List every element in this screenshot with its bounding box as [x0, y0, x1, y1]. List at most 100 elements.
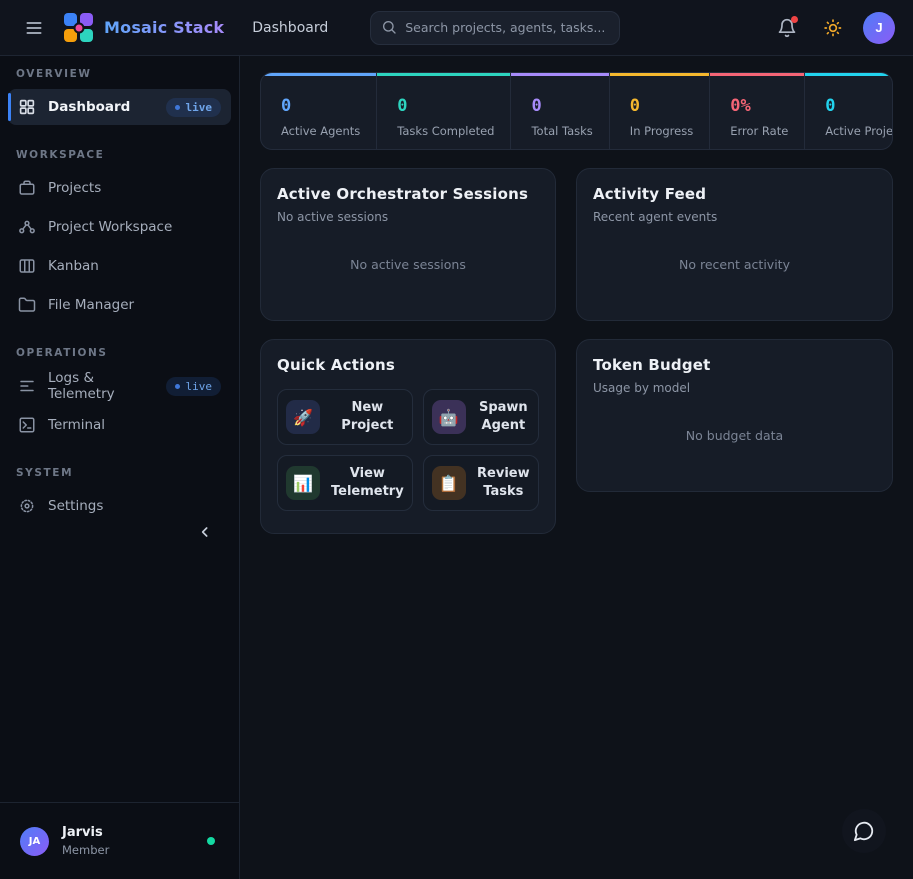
top-header: Mosaic Stack Dashboard J	[0, 0, 913, 56]
stat-value: 0	[281, 98, 360, 115]
online-status-dot	[207, 837, 215, 845]
hamburger-icon	[24, 18, 44, 38]
card-title: Active Orchestrator Sessions	[277, 185, 539, 203]
chat-bubble-icon	[853, 820, 875, 842]
sidebar-item-dashboard[interactable]: Dashboard live	[8, 89, 231, 125]
new-project-button[interactable]: 🚀 New Project	[277, 389, 413, 445]
sidebar-item-label: Kanban	[48, 258, 99, 274]
sidebar-item-kanban[interactable]: Kanban	[8, 248, 231, 284]
card-title: Token Budget	[593, 356, 876, 374]
briefcase-icon	[18, 179, 36, 197]
sidebar-item-label: Settings	[48, 498, 103, 514]
stat-accent-strip	[511, 73, 608, 76]
terminal-icon	[18, 416, 36, 434]
activity-feed-card: Activity Feed Recent agent events No rec…	[576, 168, 893, 321]
notifications-button[interactable]	[771, 12, 803, 44]
app-window: Mosaic Stack Dashboard J Overview Dashbo…	[0, 0, 913, 879]
card-subtitle: Recent agent events	[593, 210, 876, 224]
kanban-columns-icon	[18, 257, 36, 275]
stat-tasks-completed: 0 Tasks Completed	[376, 73, 510, 149]
stat-accent-strip	[805, 73, 893, 76]
user-role: Member	[62, 843, 109, 857]
spawn-agent-button[interactable]: 🤖 Spawn Agent	[423, 389, 539, 445]
section-overview: Overview	[16, 68, 223, 80]
stat-label: Active Projects	[825, 124, 893, 138]
cards-row-2: Quick Actions 🚀 New Project 🤖 Spawn Agen…	[260, 339, 893, 534]
quick-actions-card: Quick Actions 🚀 New Project 🤖 Spawn Agen…	[260, 339, 556, 534]
stat-active-agents: 0 Active Agents	[261, 73, 376, 149]
section-system: System	[16, 467, 223, 479]
stat-in-progress: 0 In Progress	[609, 73, 709, 149]
chevron-left-icon	[197, 524, 213, 540]
folder-icon	[18, 296, 36, 314]
stat-value: 0	[397, 98, 494, 115]
empty-state-text: No active sessions	[277, 224, 539, 304]
search-input[interactable]	[370, 11, 620, 45]
user-avatar-button[interactable]: J	[863, 12, 895, 44]
live-badge: live	[166, 377, 222, 396]
card-subtitle: No active sessions	[277, 210, 539, 224]
bar-chart-icon: 📊	[286, 466, 320, 500]
review-tasks-button[interactable]: 📋 Review Tasks	[423, 455, 539, 511]
sidebar-item-label: Projects	[48, 180, 101, 196]
stat-error-rate: 0% Error Rate	[709, 73, 804, 149]
stat-label: In Progress	[630, 124, 693, 138]
header-actions: J	[771, 12, 895, 44]
empty-state-text: No budget data	[593, 395, 876, 475]
sidebar-item-label: Terminal	[48, 417, 105, 433]
token-budget-card: Token Budget Usage by model No budget da…	[576, 339, 893, 492]
stat-active-projects: 0 Active Projects	[804, 73, 893, 149]
action-label: View Telemetry	[331, 465, 404, 500]
sidebar-item-label: File Manager	[48, 297, 134, 313]
user-profile[interactable]: JA Jarvis Member	[0, 802, 239, 879]
logs-icon	[18, 377, 36, 395]
stat-accent-strip	[610, 73, 709, 76]
sidebar-collapse-button[interactable]	[193, 520, 217, 544]
sidebar-item-label: Dashboard	[48, 99, 130, 115]
stat-value: 0	[825, 98, 893, 115]
sidebar-item-projects[interactable]: Projects	[8, 170, 231, 206]
sidebar-item-label: Project Workspace	[48, 219, 172, 235]
hamburger-menu-button[interactable]	[18, 12, 50, 44]
action-label: Review Tasks	[477, 465, 530, 500]
sidebar-item-settings[interactable]: Settings	[8, 488, 231, 524]
card-title: Activity Feed	[593, 185, 876, 203]
sidebar-item-file-manager[interactable]: File Manager	[8, 287, 231, 323]
stat-value: 0	[531, 98, 592, 115]
stat-label: Active Agents	[281, 124, 360, 138]
stat-value: 0	[630, 98, 693, 115]
sidebar: Overview Dashboard live Workspace Projec…	[0, 56, 240, 879]
sidebar-item-terminal[interactable]: Terminal	[8, 407, 231, 443]
theme-toggle-button[interactable]	[817, 12, 849, 44]
main-content: 0 Active Agents 0 Tasks Completed 0 Tota…	[240, 56, 913, 879]
sidebar-item-project-workspace[interactable]: Project Workspace	[8, 209, 231, 245]
cards-row-1: Active Orchestrator Sessions No active s…	[260, 168, 893, 321]
empty-state-text: No recent activity	[593, 224, 876, 304]
stat-accent-strip	[710, 73, 804, 76]
page-title: Dashboard	[252, 20, 328, 36]
section-operations: Operations	[16, 347, 223, 359]
view-telemetry-button[interactable]: 📊 View Telemetry	[277, 455, 413, 511]
action-label: Spawn Agent	[477, 399, 530, 434]
global-search	[370, 11, 620, 45]
stat-total-tasks: 0 Total Tasks	[510, 73, 608, 149]
stat-label: Tasks Completed	[397, 124, 494, 138]
sidebar-item-logs-telemetry[interactable]: Logs & Telemetry live	[8, 368, 231, 404]
gear-icon	[18, 497, 36, 515]
live-badge: live	[166, 98, 222, 117]
sun-icon	[823, 18, 843, 38]
stat-value: 0%	[730, 98, 788, 115]
stat-accent-strip	[261, 73, 376, 76]
stat-accent-strip	[377, 73, 510, 76]
stat-label: Error Rate	[730, 124, 788, 138]
robot-icon: 🤖	[432, 400, 466, 434]
sidebar-item-label: Logs & Telemetry	[48, 370, 154, 402]
stat-label: Total Tasks	[531, 124, 592, 138]
card-subtitle: Usage by model	[593, 381, 876, 395]
stats-row: 0 Active Agents 0 Tasks Completed 0 Tota…	[260, 72, 893, 150]
notification-badge	[791, 16, 798, 23]
user-avatar: JA	[20, 827, 49, 856]
rocket-icon: 🚀	[286, 400, 320, 434]
chat-button[interactable]	[842, 809, 886, 853]
user-name: Jarvis	[62, 825, 109, 840]
